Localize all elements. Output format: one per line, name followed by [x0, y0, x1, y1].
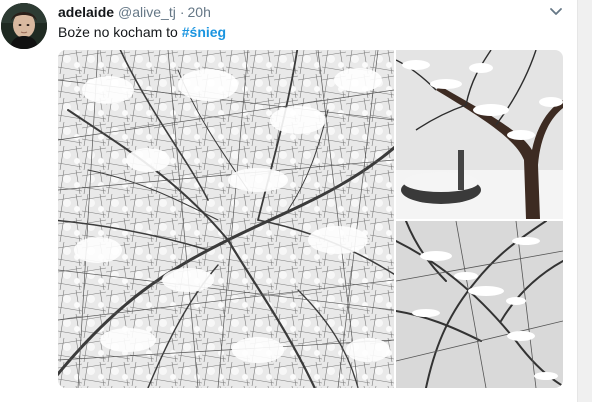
tweet-text-body: Boże no kocham to	[58, 24, 182, 40]
photo-snow-branches-closeup[interactable]	[396, 221, 563, 388]
scrollbar[interactable]	[577, 0, 592, 402]
hashtag-link[interactable]: #śnieg	[182, 24, 226, 40]
separator-dot: ·	[179, 4, 185, 20]
photo-snowy-tree-garden[interactable]	[396, 50, 563, 219]
media-grid	[58, 50, 563, 388]
profile-avatar-image	[1, 3, 47, 49]
tweet: adelaide @alive_tj · 20h Boże no kocham to …	[0, 0, 577, 402]
avatar[interactable]	[1, 3, 47, 49]
tweet-text: Boże no kocham to #śnieg	[58, 23, 226, 41]
tweet-timestamp[interactable]: 20h	[188, 4, 211, 20]
user-handle[interactable]: @alive_tj	[118, 4, 176, 20]
tweet-header: adelaide @alive_tj · 20h	[58, 2, 211, 22]
photo-snowy-branches[interactable]	[58, 50, 394, 388]
display-name[interactable]: adelaide	[58, 4, 114, 20]
chevron-down-icon[interactable]	[548, 5, 564, 19]
